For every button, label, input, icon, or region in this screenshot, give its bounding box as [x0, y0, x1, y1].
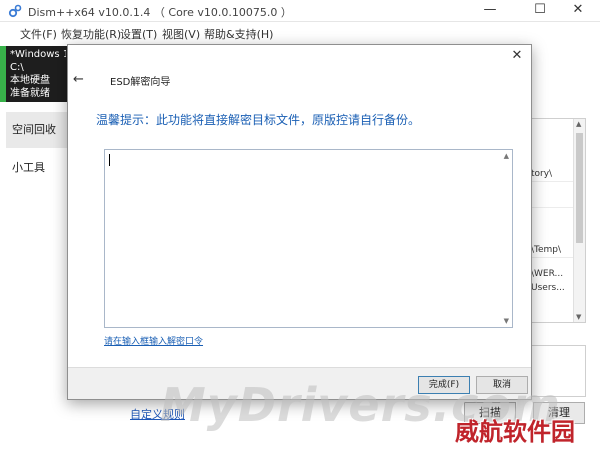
sidebar: *Windows 10 C:\ 本地硬盘 准备就绪 空间回收 小工具	[0, 44, 70, 450]
menu-recovery[interactable]: 恢复功能(R)	[61, 26, 121, 42]
details-panel	[528, 345, 586, 397]
window-title: Dism++x64 v10.0.1.4 （ Core v10.0.10075.0…	[28, 6, 292, 19]
list-item: tory\	[531, 169, 553, 179]
custom-rules-link[interactable]: 自定义规则	[130, 406, 185, 422]
app-gear-icon	[8, 4, 22, 18]
menu-help[interactable]: 帮助&支持(H)	[204, 26, 273, 42]
list-scrollbar[interactable]: ▲ ▼	[573, 119, 585, 322]
system-path: C:\	[10, 62, 24, 73]
sidebar-item-space-recovery[interactable]: 空间回收	[6, 112, 70, 148]
dialog-close-button[interactable]: ✕	[509, 48, 525, 64]
dialog-footer: 完成(F) 取消	[68, 367, 531, 399]
scan-button[interactable]: 扫描	[464, 402, 516, 424]
back-arrow-icon[interactable]: ←	[73, 72, 84, 87]
scrollbar-thumb[interactable]	[576, 133, 583, 243]
password-input[interactable]: ▲ ▼	[104, 149, 513, 328]
list-item: Users...	[531, 283, 565, 293]
scroll-down-icon[interactable]: ▼	[576, 313, 581, 321]
list-item: \WER...	[531, 269, 564, 279]
system-disk: 本地硬盘	[10, 75, 50, 86]
dialog-title: ESD解密向导	[110, 77, 171, 88]
esd-decrypt-dialog: ✕ ← ESD解密向导 温馨提示：此功能将直接解密目标文件，原版控请自行备份。 …	[67, 44, 532, 400]
minimize-button[interactable]: —	[468, 0, 512, 22]
menu-file[interactable]: 文件(F)	[20, 26, 57, 42]
system-selector[interactable]: *Windows 10 C:\ 本地硬盘 准备就绪	[6, 46, 70, 102]
sidebar-item-tools[interactable]: 小工具	[6, 150, 70, 186]
warning-tip: 温馨提示：此功能将直接解密目标文件，原版控请自行备份。	[96, 113, 421, 127]
menu-settings[interactable]: 设置(T)	[120, 26, 157, 42]
menu-view[interactable]: 视图(V)	[162, 26, 200, 42]
text-caret	[109, 154, 110, 166]
system-name: *Windows 10	[10, 49, 66, 60]
cancel-button[interactable]: 取消	[476, 376, 528, 394]
clean-button[interactable]: 清理	[533, 402, 585, 424]
finish-button[interactable]: 完成(F)	[418, 376, 470, 394]
password-hint-link[interactable]: 请在输入框输入解密口令	[104, 334, 203, 347]
title-bar: Dism++x64 v10.0.1.4 （ Core v10.0.10075.0…	[0, 0, 600, 22]
list-item: \Temp\	[531, 245, 562, 255]
scroll-up-icon[interactable]: ▲	[576, 120, 581, 128]
close-window-button[interactable]: ✕	[556, 0, 600, 22]
system-status: 准备就绪	[10, 88, 50, 99]
scroll-down-icon[interactable]: ▼	[504, 317, 509, 325]
scroll-up-icon[interactable]: ▲	[504, 152, 509, 160]
menu-bar: 文件(F) 恢复功能(R) 设置(T) 视图(V) 帮助&支持(H)	[0, 22, 600, 44]
